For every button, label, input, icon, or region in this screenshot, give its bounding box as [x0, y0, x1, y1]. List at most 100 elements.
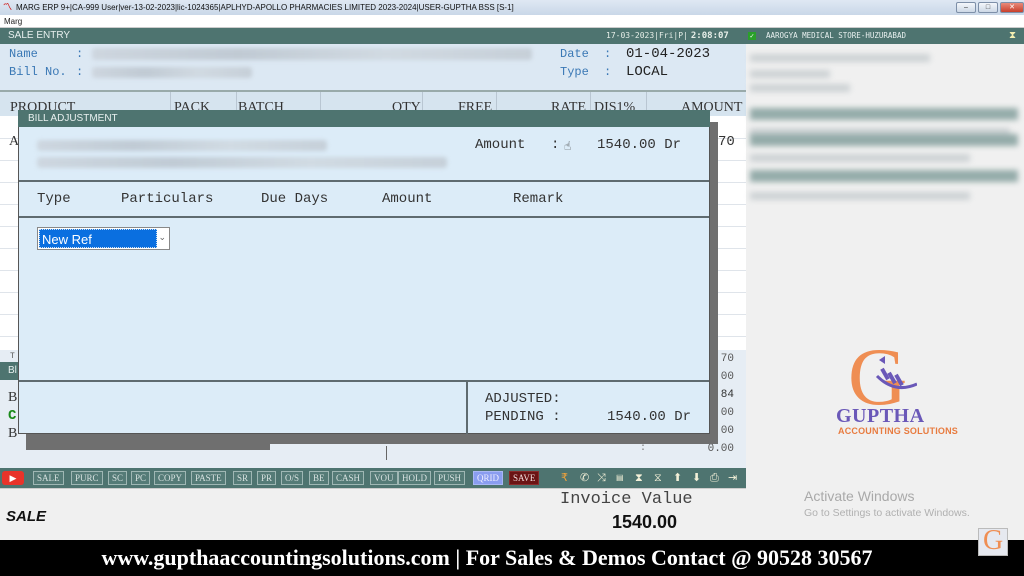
party-name-blurred — [37, 140, 327, 151]
blurred-info — [750, 84, 850, 92]
type-value[interactable]: LOCAL — [626, 64, 668, 80]
qrid-button[interactable]: QRID — [473, 471, 503, 485]
chevron-down-icon[interactable]: ⌄ — [158, 232, 166, 243]
amount-colon: : — [551, 137, 560, 153]
clock-time: 2:08:07 — [690, 31, 729, 41]
invoice-value-label: Invoice Value — [560, 490, 693, 509]
blurred-info — [750, 154, 970, 162]
close-button[interactable]: ✕ — [1000, 2, 1024, 13]
right-panel — [746, 44, 1024, 540]
type-colon: : — [604, 65, 612, 79]
minimize-button[interactable]: – — [956, 2, 976, 13]
sr-button[interactable]: SR — [233, 471, 253, 485]
bill-no-field[interactable] — [92, 67, 252, 78]
blurred-info — [750, 70, 830, 78]
name-colon: : — [76, 47, 84, 61]
dialog-column-header: Type Particulars Due Days Amount Remark — [19, 182, 709, 218]
col-type: Type — [37, 191, 71, 207]
vou-button[interactable]: VOU — [370, 471, 398, 485]
col-amount: Amount — [382, 191, 433, 207]
total-line-5: 00 — [720, 425, 734, 437]
header-fields: Name : Bill No. : Date : 01-04-2023 Type… — [0, 44, 746, 92]
first-row-amount: 70 — [718, 134, 735, 150]
check-icon: ✓ — [748, 32, 756, 40]
pending-label: PENDING : — [485, 409, 561, 425]
side-letter-2: C — [8, 408, 17, 424]
guptha-logo-name: GUPTHA — [836, 405, 925, 427]
name-field[interactable] — [92, 48, 532, 60]
dialog-title: BILL ADJUSTMENT — [18, 110, 710, 127]
chat-icon[interactable]: ▤ — [616, 471, 624, 485]
menu-bar: Marg — [0, 15, 1024, 28]
date-value[interactable]: 01-04-2023 — [626, 46, 710, 62]
invoice-value: 1540.00 — [612, 512, 678, 532]
mode-label: SALE — [6, 508, 47, 525]
bill-no-label: Bill No. — [9, 65, 67, 79]
dialog-shadow-ext — [26, 434, 270, 450]
exit-icon[interactable]: ⇥ — [728, 471, 737, 485]
os-button[interactable]: O/S — [281, 471, 304, 485]
amount-value: 1540.00 Dr — [597, 137, 682, 153]
hand-cursor-icon: ☝ — [564, 140, 572, 154]
adjusted-label: ADJUSTED: — [485, 391, 561, 407]
play-icon[interactable]: ▶ — [2, 471, 24, 485]
type-select-value[interactable]: New Ref — [39, 229, 157, 248]
bill-no-colon: : — [76, 65, 84, 79]
window-title: MARG ERP 9+|CA-999 User|ver-13-02-2023|l… — [16, 3, 514, 12]
type-label: Type — [560, 65, 589, 79]
purchase-button[interactable]: PURC — [71, 471, 103, 485]
total-line-3: 84 — [720, 389, 734, 401]
dialog-info: Amount : ☝ 1540.00 Dr — [19, 127, 709, 182]
arrow-down-icon[interactable]: ⬇ — [692, 471, 701, 485]
total-line-2: 00 — [720, 371, 734, 383]
type-select[interactable]: New Ref ⌄ — [37, 227, 170, 250]
activate-windows-title: Activate Windows — [804, 488, 915, 504]
party-address-blurred — [37, 157, 447, 168]
hourglass-top-icon[interactable]: ⧗ — [635, 471, 643, 485]
pc-button[interactable]: PC — [131, 471, 151, 485]
paste-button[interactable]: PASTE — [191, 471, 226, 485]
restore-button[interactable]: □ — [978, 2, 998, 13]
shuffle-icon[interactable]: ⤨ — [597, 471, 606, 485]
total-line-6: 0.00 — [707, 443, 734, 455]
blurred-row — [750, 170, 1018, 182]
clock-date: 17-03-2023|Fri|P| — [606, 31, 688, 40]
rupee-icon[interactable]: ₹ — [561, 471, 568, 485]
total-line-4: 00 — [720, 407, 734, 419]
menu-item-marg[interactable]: Marg — [4, 17, 22, 26]
guptha-logo-tagline: ACCOUNTING SOLUTIONS — [838, 426, 958, 436]
printer-icon[interactable]: ⎙ — [710, 471, 719, 485]
arrow-up-icon[interactable]: ⬆ — [673, 471, 682, 485]
blurred-info — [750, 54, 930, 62]
side-letter-3: B — [8, 426, 18, 441]
row-t-label: T — [10, 352, 15, 361]
pending-value: 1540.00 Dr — [607, 409, 692, 425]
clock: 17-03-2023|Fri|P| 2:08:07 — [606, 28, 729, 44]
copy-button[interactable]: COPY — [154, 471, 187, 485]
hourglass-bottom-icon[interactable]: ⧖ — [654, 471, 662, 485]
name-label: Name — [9, 47, 38, 61]
col-due-days: Due Days — [261, 191, 329, 207]
marg-logo-icon: 〽 — [3, 2, 13, 12]
hold-button[interactable]: HOLD — [398, 471, 431, 485]
window-title-bar: 〽 MARG ERP 9+|CA-999 User|ver-13-02-2023… — [0, 0, 1024, 15]
save-button[interactable]: SAVE — [509, 471, 540, 485]
amount-label: Amount — [475, 137, 526, 153]
cash-button[interactable]: CASH — [332, 471, 365, 485]
pr-button[interactable]: PR — [257, 471, 277, 485]
sc-button[interactable]: SC — [108, 471, 128, 485]
be-button[interactable]: BE — [309, 471, 329, 485]
sale-entry-header: SALE ENTRY 17-03-2023|Fri|P| 2:08:07 — [0, 28, 746, 44]
blurred-info — [750, 192, 970, 200]
right-panel-header: ✓ AAROGYA MEDICAL STORE-HUZURABAD ⧗ — [746, 28, 1024, 44]
hourglass-icon[interactable]: ⧗ — [1009, 28, 1016, 44]
col-particulars: Particulars — [121, 191, 214, 207]
activate-windows-subtitle: Go to Settings to activate Windows. — [804, 507, 970, 519]
logo-chart-icon — [875, 356, 917, 390]
dialog-footer: ADJUSTED: PENDING : 1540.00 Dr — [19, 380, 709, 434]
sale-button[interactable]: SALE — [33, 471, 64, 485]
phone-icon[interactable]: ✆ — [580, 471, 589, 485]
col-remark: Remark — [513, 191, 564, 207]
push-button[interactable]: PUSH — [434, 471, 466, 485]
bottom-toolbar: ▶ SALE PURC SC PC COPY PASTE SR PR O/S B… — [0, 468, 746, 488]
